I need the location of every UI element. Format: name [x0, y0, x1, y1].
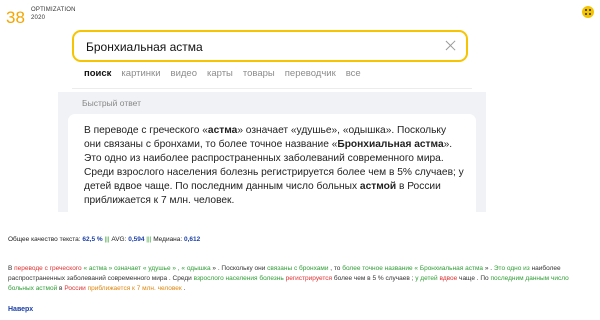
analysis-token: взрослого населения болезнь: [193, 275, 284, 282]
analysis-token: «: [81, 265, 89, 272]
analysis-token: чаще . По: [457, 275, 491, 282]
quality-overall: 62,5 %: [82, 236, 103, 243]
close-icon[interactable]: [443, 38, 458, 53]
search-box[interactable]: Бронхиальная астма: [72, 30, 468, 62]
analysis-token: России: [64, 285, 86, 292]
answer-segment: В переводе с греческого «: [84, 125, 208, 136]
tab-1[interactable]: картинки: [121, 68, 160, 79]
analysis-token: у детей: [415, 275, 438, 282]
analysis-token: вдвое: [439, 275, 458, 282]
brand-line-2: 2020: [31, 15, 46, 21]
tab-3[interactable]: карты: [207, 68, 233, 79]
median-label: Медиана:: [153, 236, 183, 243]
tab-0[interactable]: поиск: [84, 68, 111, 79]
analysis-token: , то: [328, 265, 343, 272]
quick-answer-card: В переводе с греческого «астма» означает…: [68, 114, 476, 212]
answer-segment: Бронхиальная астма: [337, 139, 444, 150]
divider: [72, 88, 472, 89]
analysis-token: удушье: [148, 265, 171, 272]
analysis-token: одышка: [186, 265, 211, 272]
analysis-token: Бронхиальная астма: [419, 265, 484, 272]
analysis-token: .: [181, 285, 186, 292]
avg-value: 0,594: [128, 236, 145, 243]
answer-segment: астма: [207, 125, 238, 136]
tab-4[interactable]: товары: [243, 68, 275, 79]
page-number: 38: [6, 8, 25, 27]
analysis-token: астма: [88, 265, 107, 272]
tab-2[interactable]: видео: [171, 68, 197, 79]
text-analysis: В переводе с греческого « астма » означа…: [8, 264, 596, 294]
tab-6[interactable]: все: [346, 68, 361, 79]
brand-label: OPTIMIZATION 2020: [31, 6, 76, 22]
search-screenshot: Бронхиальная астма поиск картинки видео кар…: [58, 26, 486, 212]
analysis-token: приближается к 7 млн. человек: [87, 285, 182, 292]
analysis-token: » , «: [170, 265, 187, 272]
analysis-token: более чем в 5 % случаев ;: [332, 275, 416, 282]
brand-line-1: OPTIMIZATION: [31, 7, 76, 13]
quick-answer-panel: Быстрый ответ В переводе с греческого «а…: [58, 92, 486, 212]
analysis-token: »: [106, 265, 115, 272]
answer-segment: астмой: [359, 181, 397, 192]
avg-label: AVG:: [111, 236, 127, 243]
quality-summary: Общее качество текста: 62,5 % ||| AVG: 0…: [8, 236, 200, 243]
quality-label: Общее качество текста:: [8, 236, 81, 243]
analysis-token: » . Поскольку они: [210, 265, 268, 272]
logo-icon: [582, 6, 594, 18]
analysis-token: «: [412, 265, 420, 272]
analysis-token: означает: [114, 265, 142, 272]
separator: |||: [144, 236, 154, 243]
analysis-token: Это одно из: [493, 265, 530, 272]
back-to-top-link[interactable]: Наверх: [8, 306, 33, 313]
analysis-token: переводе с греческого: [14, 265, 82, 272]
quick-answer-title: Быстрый ответ: [82, 98, 141, 108]
analysis-token: более точное название: [342, 265, 413, 272]
tab-5[interactable]: переводчик: [285, 68, 336, 79]
search-input[interactable]: Бронхиальная астма: [86, 40, 203, 54]
analysis-token: регистрируется: [285, 275, 333, 282]
analysis-token: » .: [483, 265, 494, 272]
search-tabs: поиск картинки видео карты товары переводчик в…: [84, 68, 361, 79]
analysis-token: связаны с бронхами: [267, 265, 329, 272]
median-value: 0,612: [184, 236, 201, 243]
quick-answer-text: В переводе с греческого «астма» означает…: [84, 124, 464, 208]
